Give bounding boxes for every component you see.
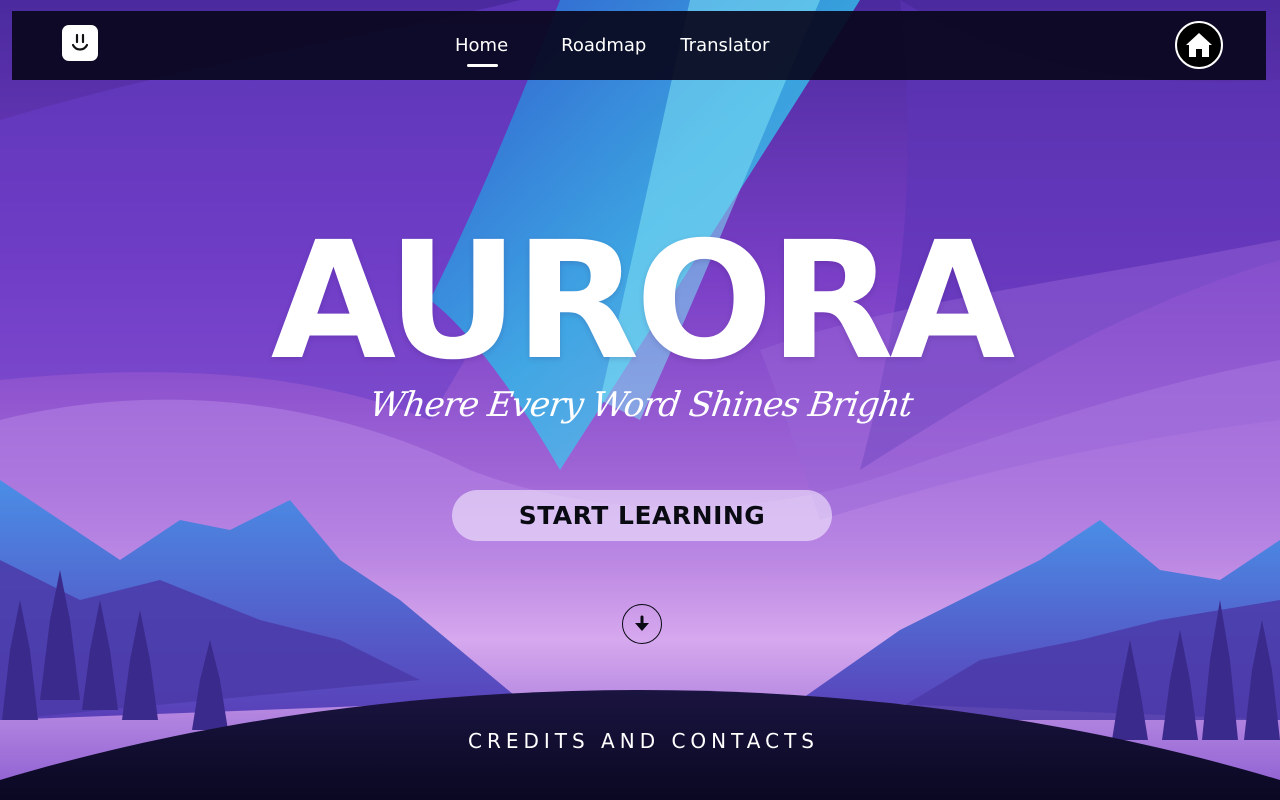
start-learning-button[interactable]: START LEARNING: [452, 490, 832, 541]
hero-title: AURORA: [270, 208, 1016, 396]
arrow-down-icon: [635, 615, 649, 631]
scroll-down-button[interactable]: [622, 604, 662, 644]
nav-link-translator[interactable]: Translator: [680, 35, 769, 56]
nav-link-roadmap[interactable]: Roadmap: [561, 35, 646, 56]
credits-and-contacts-link[interactable]: CREDITS AND CONTACTS: [0, 729, 1280, 753]
home-button[interactable]: [1175, 21, 1223, 69]
top-navbar: Home Roadmap Translator: [12, 11, 1266, 80]
smiley-icon: [71, 33, 89, 51]
home-icon: [1186, 33, 1212, 57]
nav-links: Home Roadmap Translator: [442, 11, 769, 80]
hero-tagline: Where Every Word Shines Bright: [367, 385, 915, 425]
nav-link-home[interactable]: Home: [455, 35, 508, 67]
hero-page: Home Roadmap Translator AURORA Where Eve…: [0, 0, 1280, 800]
logo-button[interactable]: [62, 25, 98, 61]
start-learning-label: START LEARNING: [518, 501, 766, 530]
